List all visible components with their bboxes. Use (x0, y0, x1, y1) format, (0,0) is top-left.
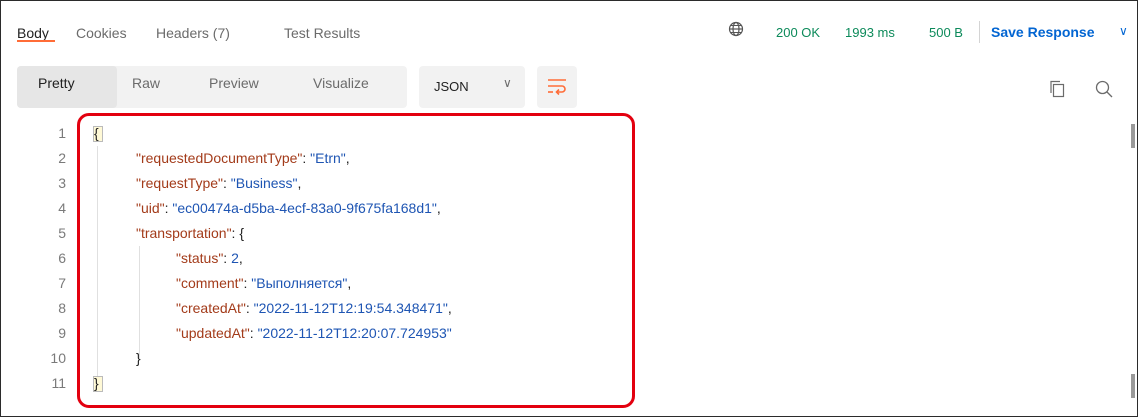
search-icon[interactable] (1095, 80, 1113, 98)
line-number: 1 (58, 125, 66, 141)
tab-cookies[interactable]: Cookies (76, 25, 127, 41)
status-divider (979, 21, 980, 43)
red-highlight-annotation (77, 113, 635, 408)
line-number: 6 (58, 250, 66, 266)
line-number: 2 (58, 150, 66, 166)
format-select-value: JSON (434, 79, 469, 94)
view-mode-raw[interactable]: Raw (132, 75, 160, 91)
line-number: 11 (51, 375, 66, 391)
line-number: 5 (58, 225, 66, 241)
globe-icon[interactable] (728, 21, 744, 37)
line-number: 9 (58, 325, 66, 341)
line-number: 10 (50, 350, 66, 366)
line-number: 4 (58, 200, 66, 216)
active-tab-indicator (17, 40, 55, 42)
status-code[interactable]: 200 OK (776, 25, 820, 40)
line-number: 8 (58, 300, 66, 316)
tab-test-results[interactable]: Test Results (284, 25, 360, 41)
copy-icon[interactable] (1049, 80, 1065, 98)
chevron-down-icon: ∨ (503, 76, 512, 90)
scrollbar-thumb[interactable] (1131, 374, 1135, 398)
view-mode-preview[interactable]: Preview (209, 75, 259, 91)
chevron-down-icon[interactable]: ∨ (1119, 24, 1128, 38)
view-mode-visualize[interactable]: Visualize (313, 75, 369, 91)
response-time[interactable]: 1993 ms (845, 25, 895, 40)
tab-headers[interactable]: Headers (7) (156, 25, 230, 41)
scrollbar-thumb[interactable] (1131, 124, 1135, 148)
line-number: 3 (58, 175, 66, 191)
view-mode-pretty[interactable]: Pretty (38, 75, 75, 91)
save-response-button[interactable]: Save Response (991, 24, 1095, 40)
line-number: 7 (58, 275, 66, 291)
tab-body[interactable]: Body (17, 25, 49, 41)
response-size[interactable]: 500 B (929, 25, 963, 40)
wrap-lines-icon (548, 79, 566, 96)
